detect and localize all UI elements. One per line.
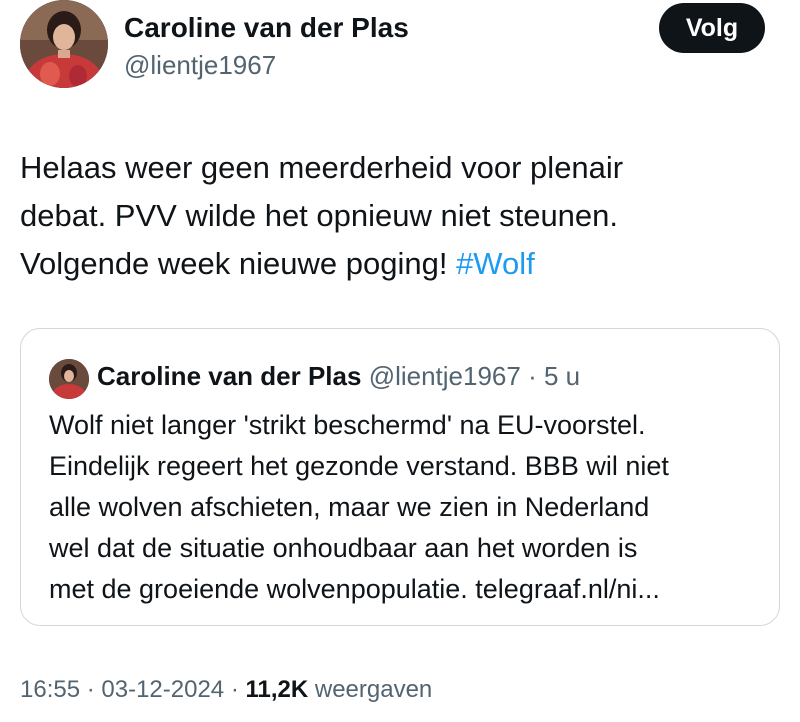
tweet-text: Helaas weer geen meerderheid voor plenai… — [20, 144, 780, 288]
follow-button[interactable]: Volg — [659, 3, 765, 53]
tweet-line: debat. PVV wilde het opnieuw niet steune… — [20, 198, 619, 233]
quoted-line: wel dat de situatie onhoudbaar aan het w… — [49, 533, 638, 563]
tweet-time[interactable]: 16:55 — [20, 676, 80, 703]
tweet-line: Volgende week nieuwe poging! #Wolf — [20, 240, 780, 288]
quoted-age[interactable]: 5 u — [544, 361, 580, 391]
quoted-separator: · — [520, 361, 544, 391]
tweet-date[interactable]: 03-12-2024 — [101, 676, 224, 703]
quoted-text: Wolf niet langer 'strikt beschermd' na E… — [49, 405, 769, 610]
author-avatar[interactable] — [20, 0, 108, 88]
quoted-line: met de groeiende wolvenpopulatie. telegr… — [49, 574, 660, 604]
author-name[interactable]: Caroline van der Plas — [124, 12, 409, 44]
footer-separator: · — [80, 676, 102, 703]
quoted-author-handle[interactable]: @lientje1967 — [369, 361, 521, 391]
views-count[interactable]: 11,2K — [245, 676, 308, 703]
quoted-author-avatar[interactable] — [49, 359, 89, 399]
quoted-line: alle wolven afschieten, maar we zien in … — [49, 492, 650, 522]
quoted-author-name[interactable]: Caroline van der Plas — [97, 361, 361, 391]
hashtag-link[interactable]: #Wolf — [456, 246, 535, 281]
views-label: weergaven — [308, 676, 433, 703]
author-handle[interactable]: @lientje1967 — [124, 50, 276, 81]
quoted-line: Wolf niet langer 'strikt beschermd' na E… — [49, 410, 646, 440]
tweet-footer: 16:55 · 03-12-2024 · 11,2K weergaven — [20, 676, 432, 704]
quoted-header: Caroline van der Plas @lientje1967 · 5 u — [97, 361, 580, 392]
tweet-line-text: Volgende week nieuwe poging! — [20, 246, 457, 281]
footer-separator: · — [224, 676, 246, 703]
quoted-tweet-card[interactable]: Caroline van der Plas @lientje1967 · 5 u… — [20, 328, 780, 626]
tweet-line: Helaas weer geen meerderheid voor plenai… — [20, 150, 624, 185]
quoted-line: Eindelijk regeert het gezonde verstand. … — [49, 451, 669, 481]
